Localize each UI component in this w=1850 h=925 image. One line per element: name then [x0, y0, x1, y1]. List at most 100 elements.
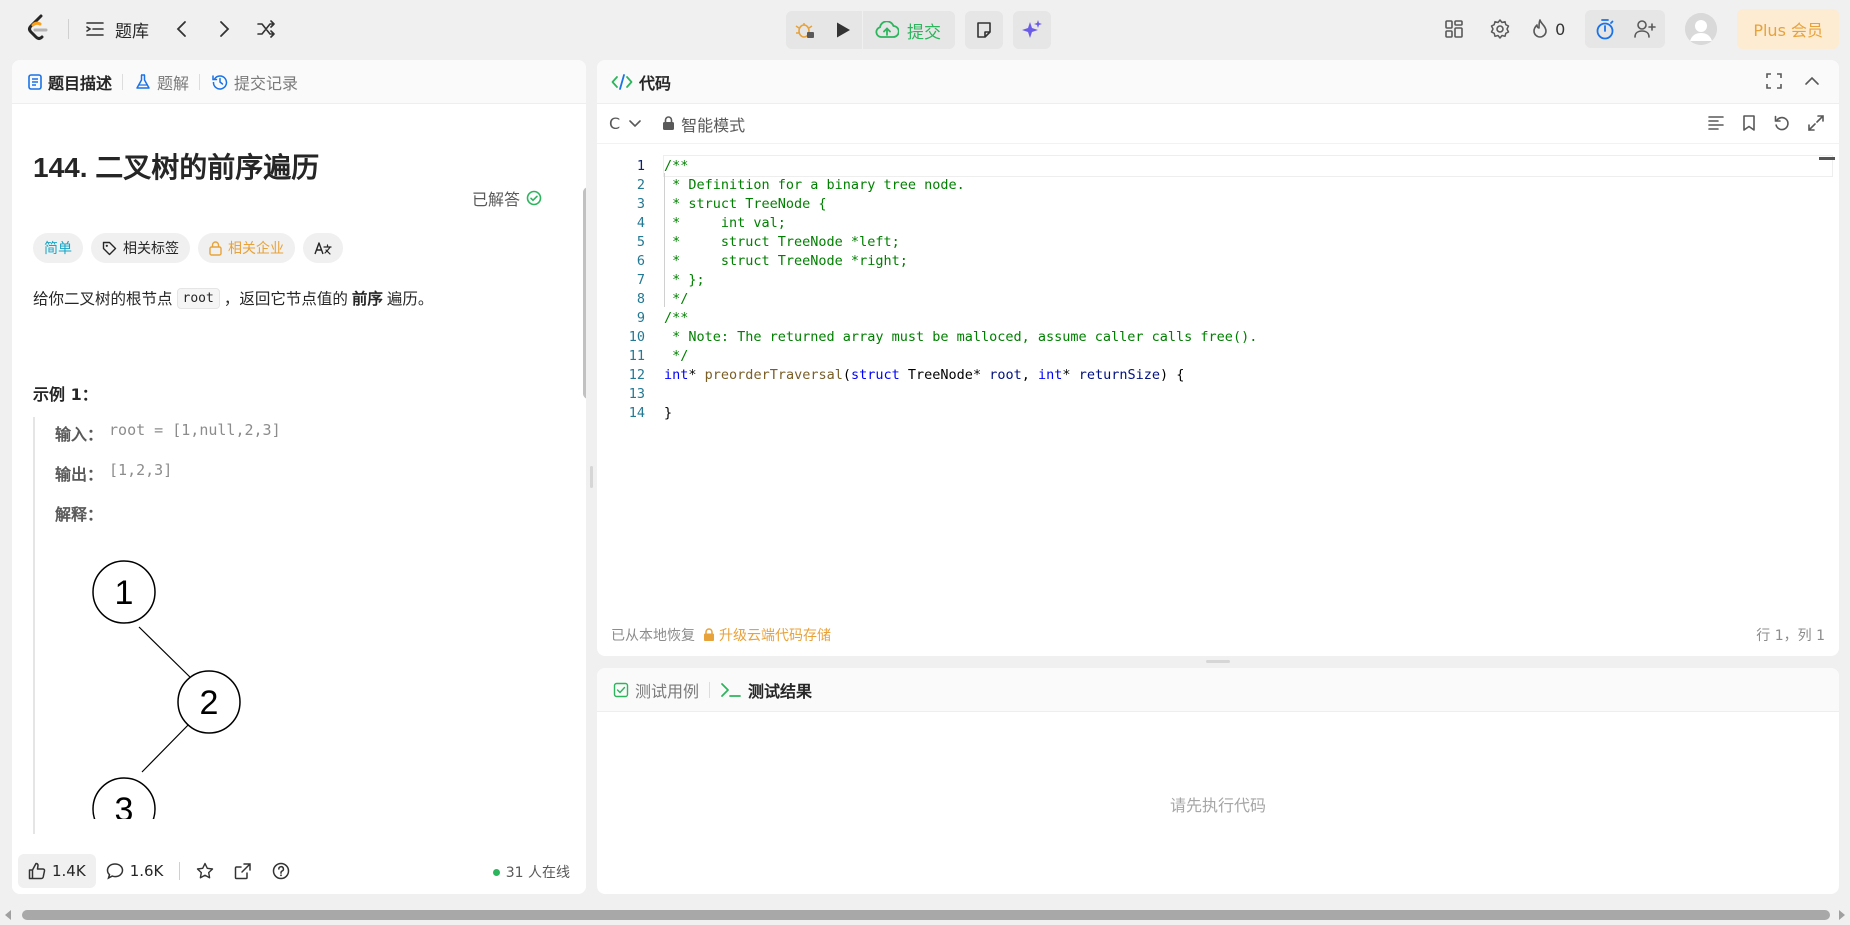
streak-count: 0 [1555, 19, 1566, 39]
overview-ruler-marker [1819, 157, 1835, 160]
leetcode-logo[interactable] [26, 14, 52, 44]
layout-button[interactable] [1431, 8, 1477, 50]
checkbox-icon [613, 682, 629, 698]
bookmark-icon[interactable] [1741, 114, 1757, 132]
line-number: 14 [628, 405, 645, 421]
code-panel-header: 代码 [597, 60, 1839, 104]
code-panel-header-actions [1765, 72, 1821, 90]
problemset-label: 题库 [115, 21, 149, 42]
horizontal-resize-handle[interactable] [1206, 660, 1230, 663]
ai-assistant-button[interactable] [1013, 11, 1051, 49]
chevron-left-icon [176, 20, 188, 38]
translate-button[interactable] [303, 233, 343, 263]
like-button[interactable]: 1.4K [18, 854, 96, 888]
nav-right: 0 Plus 会员 [1431, 8, 1850, 50]
like-count: 1.4K [52, 862, 86, 880]
run-button[interactable] [824, 11, 862, 49]
collapse-chevron-up-icon[interactable] [1803, 72, 1821, 90]
favorite-button[interactable] [186, 854, 224, 888]
lock-icon [209, 240, 222, 256]
debug-button[interactable] [786, 11, 824, 49]
example-title: 示例 1： [33, 385, 98, 404]
help-button[interactable] [262, 854, 300, 888]
submit-button[interactable]: 提交 [862, 11, 955, 49]
tab-description[interactable]: 题目描述 [28, 70, 122, 94]
add-user-icon [1634, 19, 1657, 39]
editor-toolbar-actions [1707, 114, 1825, 132]
output-label: 输出： [55, 465, 104, 484]
notes-button[interactable] [965, 11, 1003, 49]
notes-group [965, 11, 1003, 49]
tab-separator [199, 73, 201, 90]
page-horizontal-scrollbar[interactable] [0, 905, 1850, 925]
next-problem-button[interactable] [203, 14, 245, 44]
tab-testcases-label: 测试用例 [635, 681, 700, 701]
desc-code-root: root [176, 287, 220, 309]
reset-icon[interactable] [1773, 114, 1791, 132]
problem-tags: 简单 相关标签 相关企业 [33, 233, 343, 263]
flame-icon [1531, 19, 1549, 39]
related-companies-button[interactable]: 相关企业 [198, 233, 295, 263]
tab-submissions-label: 提交记录 [234, 73, 299, 93]
invite-friend-button[interactable] [1625, 10, 1665, 48]
comments-button[interactable]: 1.6K [96, 854, 174, 888]
language-select[interactable]: C [609, 114, 642, 133]
online-dot [492, 868, 500, 876]
stopwatch-icon [1595, 18, 1615, 40]
bug-icon [795, 20, 815, 40]
online-count: 31 人在线 [505, 865, 570, 881]
tab-test-results[interactable]: 测试结果 [720, 678, 812, 702]
random-problem-button[interactable] [245, 14, 287, 44]
share-button[interactable] [224, 854, 262, 888]
streak-counter[interactable]: 0 [1523, 19, 1577, 39]
list-icon [85, 20, 105, 38]
comment-count: 1.6K [129, 862, 164, 880]
share-icon [234, 862, 252, 880]
thumbs-up-icon [28, 862, 46, 880]
format-align-icon[interactable] [1707, 114, 1725, 132]
plus-membership-button[interactable]: Plus 会员 [1737, 9, 1839, 49]
vertical-resize-handle[interactable] [590, 466, 593, 488]
problem-footer: 1.4K 1.6K 31 人在线 [12, 848, 586, 894]
prev-problem-button[interactable] [161, 14, 203, 44]
problem-title[interactable]: 144. 二叉树的前序遍历 [33, 146, 319, 186]
nav-left: 题库 [26, 14, 287, 44]
translate-icon [314, 240, 332, 256]
solved-status: 已解答 [472, 186, 542, 210]
related-companies-label: 相关企业 [228, 241, 284, 257]
upgrade-storage-label: 升级云端代码存储 [719, 628, 831, 644]
tab-submissions[interactable]: 提交记录 [212, 70, 308, 94]
problemset-link[interactable]: 题库 [85, 17, 149, 42]
difficulty-badge[interactable]: 简单 [33, 233, 83, 263]
fullscreen-icon[interactable] [1807, 114, 1825, 132]
tree-label-3: 3 [115, 791, 134, 819]
tree-label-2: 2 [200, 684, 219, 722]
desc-bold: 前序 [351, 290, 383, 308]
restored-status: 已从本地恢复 [611, 628, 695, 644]
maximize-icon[interactable] [1765, 72, 1783, 90]
tag-icon [102, 241, 117, 256]
ai-group [1013, 11, 1051, 49]
avatar[interactable] [1685, 13, 1718, 45]
code-editor[interactable]: 1/** 2 * Definition for a binary tree nod… [597, 155, 1839, 575]
code-panel-title: 代码 [639, 73, 672, 93]
run-submit-group: 提交 [786, 11, 955, 49]
test-result-empty-state: 请先执行代码 [1169, 796, 1266, 815]
scroll-right-arrow-icon[interactable] [1838, 910, 1846, 920]
upgrade-storage-link[interactable]: 升级云端代码存储 [703, 625, 831, 645]
code-panel: 代码 C 智能模式 1 /** 2 * Definition for a bin… [597, 60, 1839, 656]
related-tags-button[interactable]: 相关标签 [91, 233, 190, 263]
tab-testcases[interactable]: 测试用例 [613, 678, 699, 702]
problem-scrollbar-thumb[interactable] [583, 187, 586, 399]
scroll-left-arrow-icon[interactable] [4, 910, 12, 920]
horizontal-scrollbar-thumb[interactable] [22, 910, 1830, 920]
top-nav-bar: 题库 提交 0 Plus 会员 [0, 0, 1850, 58]
code-line-text: } [664, 405, 673, 421]
cursor-position: 行 1，列 1 [1756, 628, 1825, 644]
note-icon [975, 21, 993, 39]
smart-mode-toggle[interactable]: 智能模式 [662, 112, 745, 136]
tab-solutions[interactable]: 题解 [135, 70, 199, 94]
settings-button[interactable] [1477, 8, 1523, 50]
sparkle-icon [1021, 19, 1043, 41]
timer-button[interactable] [1585, 10, 1625, 48]
